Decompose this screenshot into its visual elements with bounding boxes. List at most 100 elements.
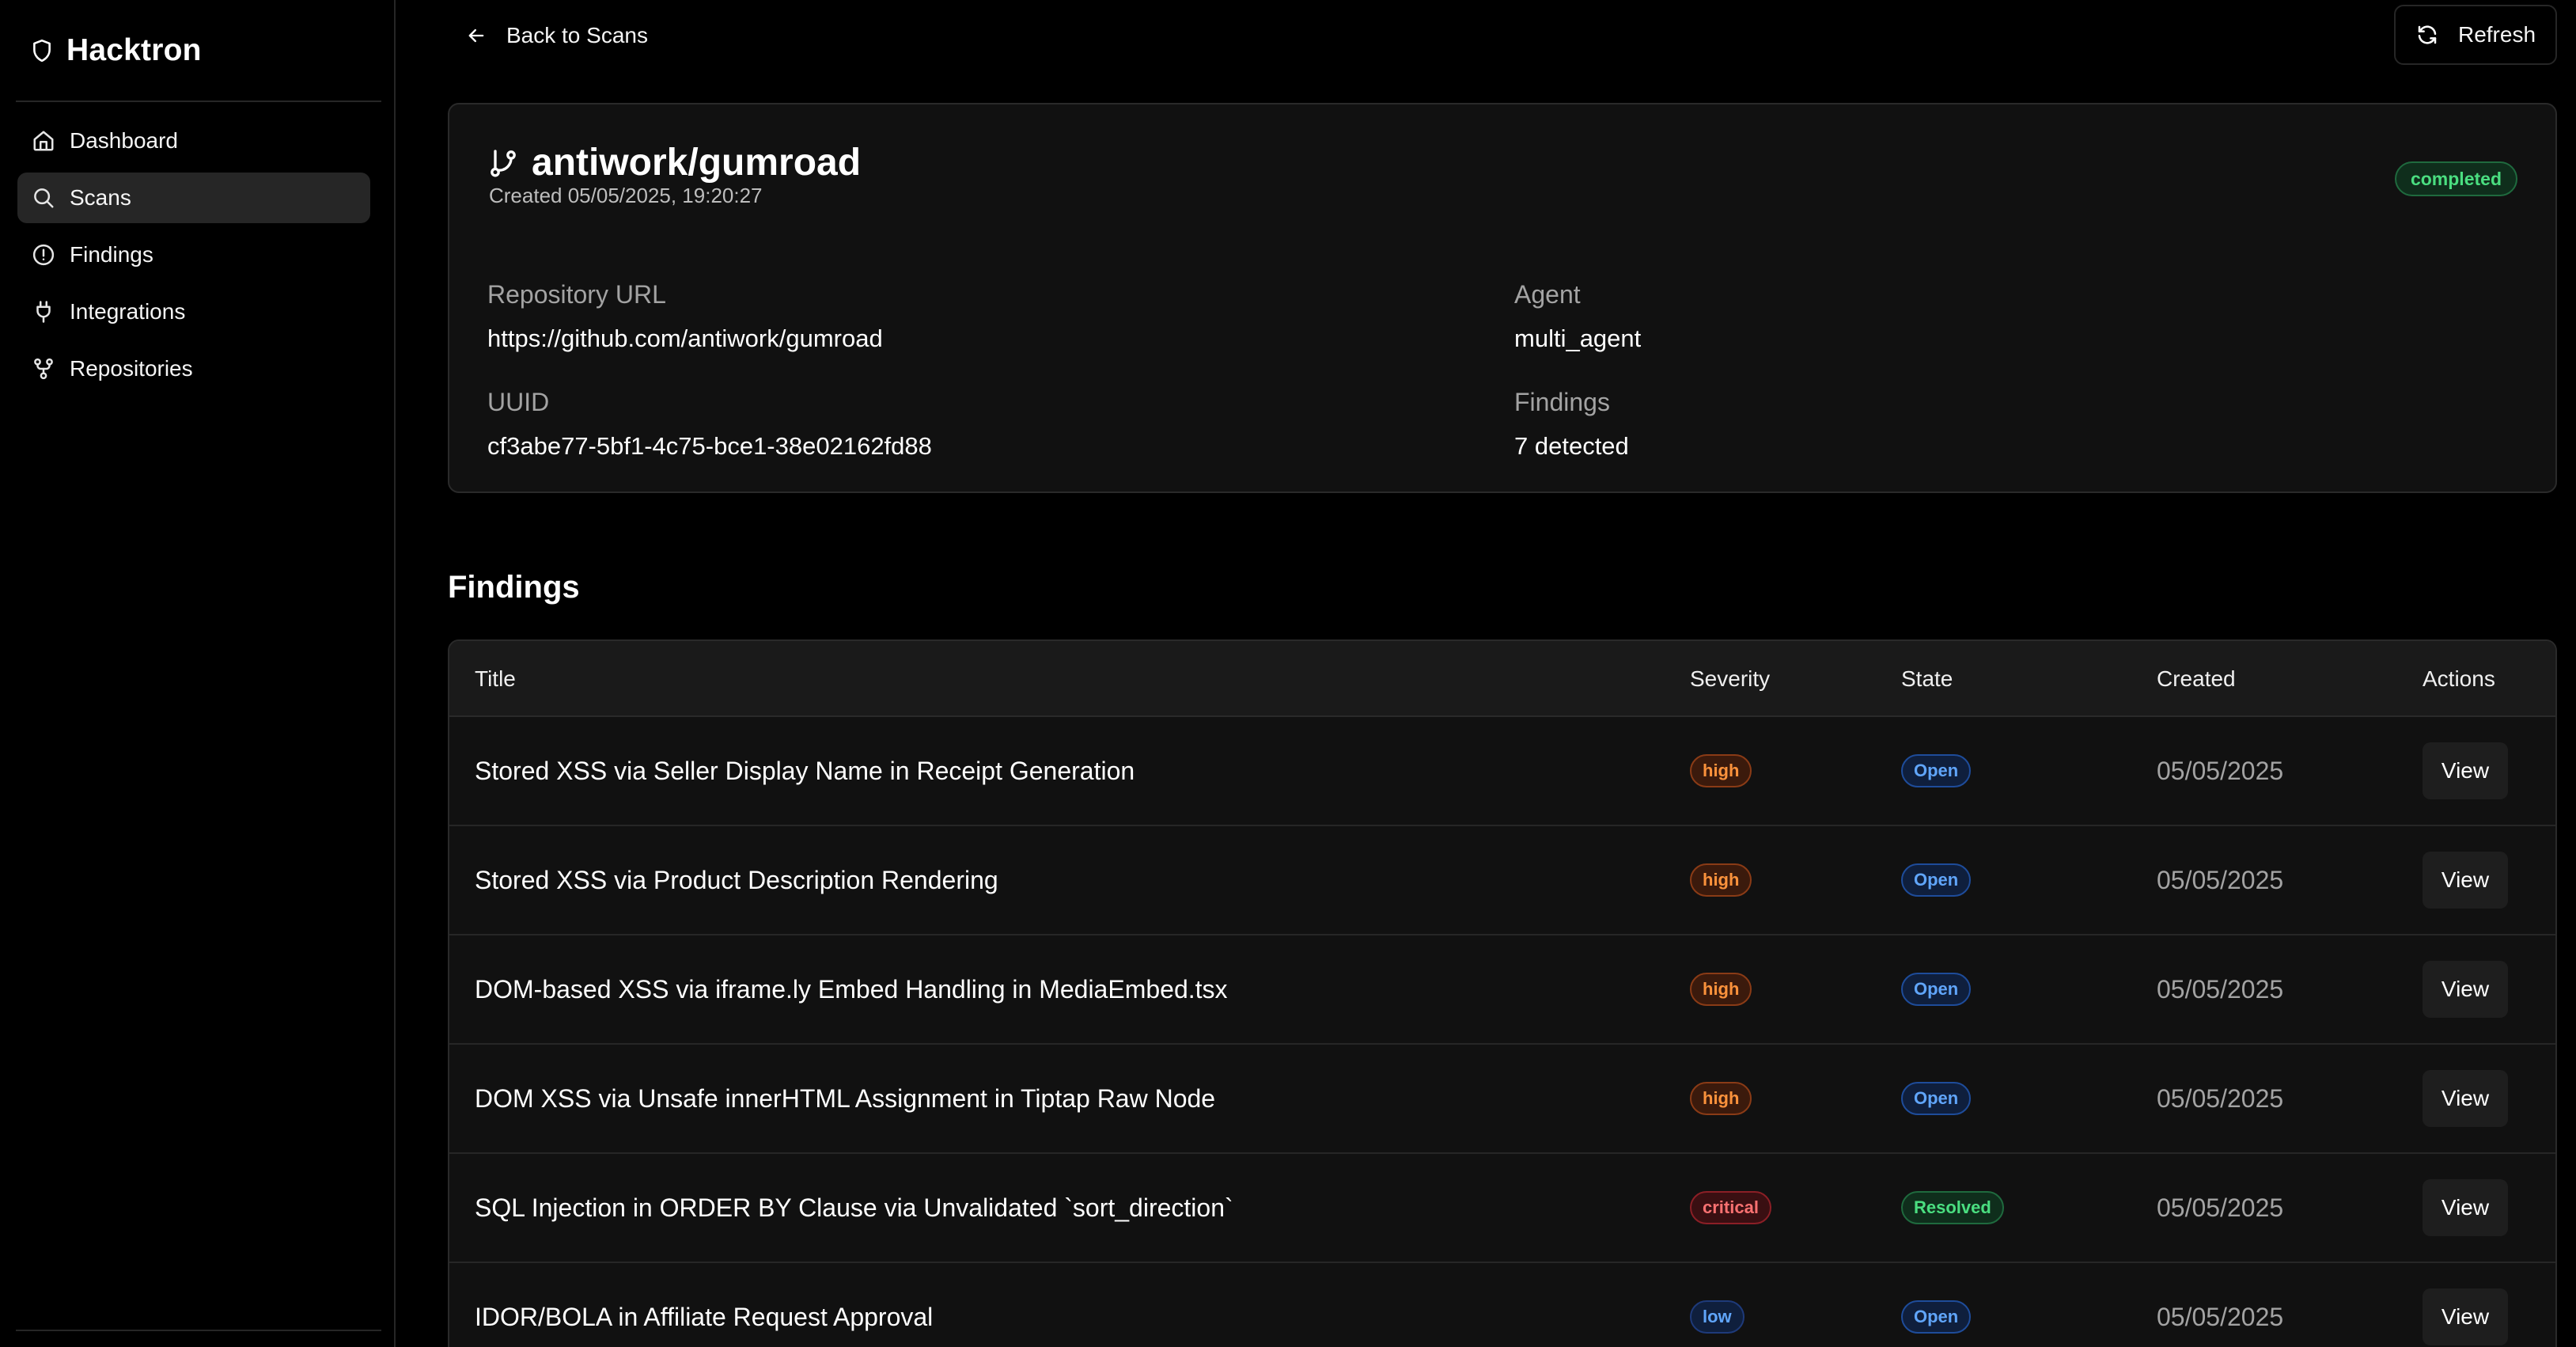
- state-cell: Open: [1901, 717, 1972, 825]
- finding-title[interactable]: SQL Injection in ORDER BY Clause via Unv…: [475, 1154, 1233, 1262]
- findings-count-label: Findings: [1514, 388, 1610, 416]
- finding-title[interactable]: Stored XSS via Seller Display Name in Re…: [475, 717, 1135, 825]
- severity-badge: critical: [1690, 1191, 1771, 1224]
- finding-title[interactable]: IDOR/BOLA in Affiliate Request Approval: [475, 1263, 933, 1347]
- created-date: 05/05/2025: [2157, 1193, 2284, 1222]
- sidebar-item-label: Repositories: [70, 356, 193, 381]
- repo-name: antiwork/gumroad: [532, 142, 862, 184]
- actions-cell: View: [2423, 826, 2508, 934]
- actions-cell: View: [2423, 935, 2508, 1043]
- column-header-created[interactable]: Created: [2157, 641, 2236, 717]
- home-icon: [32, 129, 55, 153]
- repo-header: antiwork/gumroad: [487, 141, 861, 184]
- severity-badge: high: [1690, 973, 1752, 1006]
- severity-cell: high: [1690, 935, 1752, 1043]
- git-branch-icon: [487, 146, 519, 180]
- back-label: Back to Scans: [506, 23, 648, 47]
- column-header-severity[interactable]: Severity: [1690, 641, 1770, 717]
- view-button[interactable]: View: [2423, 1070, 2508, 1127]
- state-cell: Open: [1901, 935, 1972, 1043]
- view-button[interactable]: View: [2423, 742, 2508, 799]
- agent-value: multi_agent: [1514, 324, 1642, 352]
- refresh-button[interactable]: Refresh: [2394, 5, 2557, 65]
- status-badge: completed: [2394, 161, 2517, 196]
- sidebar-item-label: Findings: [70, 242, 153, 267]
- state-cell: Open: [1901, 1263, 1972, 1347]
- severity-cell: critical: [1690, 1154, 1771, 1262]
- table-header: Title Severity State Created Actions: [449, 641, 2555, 717]
- table-row[interactable]: DOM-based XSS via iframe.ly Embed Handli…: [449, 935, 2555, 1045]
- severity-cell: high: [1690, 717, 1752, 825]
- finding-title[interactable]: DOM XSS via Unsafe innerHTML Assignment …: [475, 1045, 1215, 1152]
- sidebar-item-dashboard[interactable]: Dashboard: [17, 116, 370, 166]
- agent-label: Agent: [1514, 280, 1581, 309]
- state-badge: Resolved: [1901, 1191, 2004, 1224]
- table-row[interactable]: SQL Injection in ORDER BY Clause via Unv…: [449, 1154, 2555, 1263]
- sidebar-divider: [16, 101, 381, 102]
- table-row[interactable]: IDOR/BOLA in Affiliate Request Approval l…: [449, 1263, 2555, 1347]
- severity-badge: high: [1690, 1082, 1752, 1115]
- findings-section-title: Findings: [448, 570, 580, 605]
- repo-url-label: Repository URL: [487, 280, 666, 309]
- sidebar-footer-divider: [16, 1330, 381, 1331]
- view-button[interactable]: View: [2423, 1288, 2508, 1345]
- severity-cell: high: [1690, 826, 1752, 934]
- table-body: Stored XSS via Seller Display Name in Re…: [449, 717, 2555, 1347]
- sidebar-item-label: Dashboard: [70, 128, 178, 153]
- state-badge: Open: [1901, 754, 1972, 787]
- state-badge: Open: [1901, 1082, 1972, 1115]
- state-cell: Open: [1901, 1045, 1972, 1152]
- brand[interactable]: Hacktron: [32, 30, 202, 71]
- actions-cell: View: [2423, 717, 2508, 825]
- alert-circle-icon: [32, 243, 55, 267]
- state-cell: Resolved: [1901, 1154, 2004, 1262]
- created-date: 05/05/2025: [2157, 1083, 2284, 1113]
- finding-title[interactable]: Stored XSS via Product Description Rende…: [475, 826, 998, 934]
- sidebar-item-label: Scans: [70, 185, 131, 210]
- uuid-value: cf3abe77-5bf1-4c75-bce1-38e02162fd88: [487, 432, 932, 460]
- severity-badge: low: [1690, 1300, 1744, 1334]
- table-row[interactable]: Stored XSS via Product Description Rende…: [449, 826, 2555, 935]
- finding-title[interactable]: DOM-based XSS via iframe.ly Embed Handli…: [475, 935, 1228, 1043]
- created-date: 05/05/2025: [2157, 756, 2284, 785]
- uuid-label: UUID: [487, 388, 550, 416]
- refresh-label: Refresh: [2457, 22, 2536, 47]
- column-header-title[interactable]: Title: [475, 641, 516, 717]
- scan-summary-card: antiwork/gumroad Created 05/05/2025, 19:…: [448, 103, 2557, 493]
- state-badge: Open: [1901, 1300, 1972, 1334]
- severity-cell: high: [1690, 1045, 1752, 1152]
- sidebar-nav: Dashboard Scans Findings Integrations Re…: [17, 116, 370, 400]
- actions-cell: View: [2423, 1263, 2508, 1347]
- refresh-icon: [2415, 23, 2439, 47]
- search-icon: [32, 186, 55, 210]
- state-badge: Open: [1901, 863, 1972, 897]
- column-header-state[interactable]: State: [1901, 641, 1953, 717]
- severity-cell: low: [1690, 1263, 1744, 1347]
- table-row[interactable]: DOM XSS via Unsafe innerHTML Assignment …: [449, 1045, 2555, 1154]
- state-badge: Open: [1901, 973, 1972, 1006]
- view-button[interactable]: View: [2423, 961, 2508, 1018]
- sidebar: Hacktron Dashboard Scans Findings Integr…: [0, 0, 396, 1347]
- back-to-scans-link[interactable]: Back to Scans: [465, 19, 648, 52]
- brand-title: Hacktron: [66, 33, 202, 67]
- severity-badge: high: [1690, 863, 1752, 897]
- actions-cell: View: [2423, 1045, 2508, 1152]
- git-fork-icon: [32, 357, 55, 381]
- view-button[interactable]: View: [2423, 852, 2508, 909]
- sidebar-item-label: Integrations: [70, 299, 186, 324]
- severity-badge: high: [1690, 754, 1752, 787]
- plug-icon: [32, 300, 55, 324]
- findings-count-value: 7 detected: [1514, 432, 1629, 460]
- created-date: 05/05/2025: [2157, 1302, 2284, 1331]
- created-date: 05/05/2025: [2157, 974, 2284, 1004]
- sidebar-item-scans[interactable]: Scans: [17, 173, 370, 223]
- scan-created-timestamp: Created 05/05/2025, 19:20:27: [489, 184, 763, 207]
- table-row[interactable]: Stored XSS via Seller Display Name in Re…: [449, 717, 2555, 826]
- app-root: Hacktron Dashboard Scans Findings Integr…: [0, 0, 2576, 1347]
- main-content: Back to Scans Refresh antiwork/gumroad C…: [448, 0, 2557, 1347]
- sidebar-item-integrations[interactable]: Integrations: [17, 286, 370, 337]
- view-button[interactable]: View: [2423, 1179, 2508, 1236]
- sidebar-item-findings[interactable]: Findings: [17, 230, 370, 280]
- sidebar-item-repositories[interactable]: Repositories: [17, 343, 370, 394]
- repo-url-value: https://github.com/antiwork/gumroad: [487, 324, 883, 352]
